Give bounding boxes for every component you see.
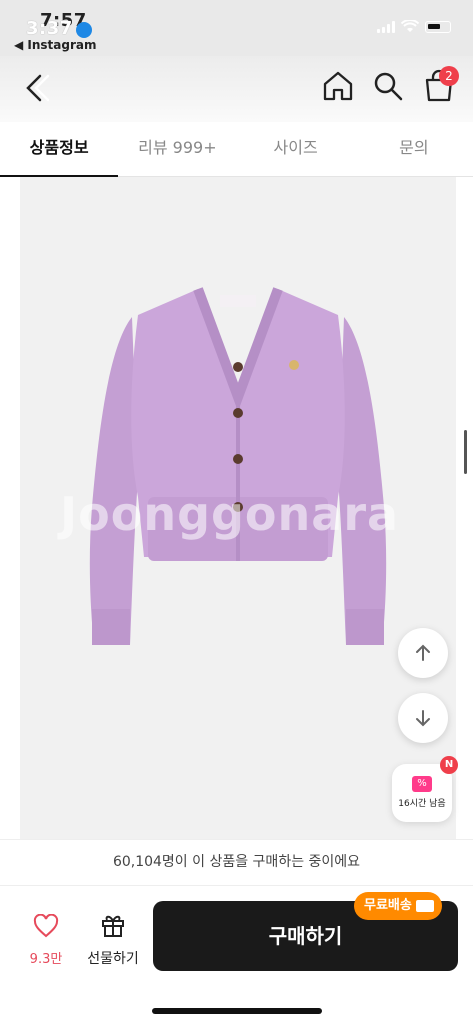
free-shipping-badge: 무료배송: [354, 892, 442, 920]
back-chevron-icon[interactable]: [18, 68, 58, 108]
gift-icon: [102, 915, 124, 937]
cart-count-badge: 2: [439, 66, 459, 86]
heart-icon: [33, 913, 59, 938]
tab-size[interactable]: 사이즈: [237, 122, 355, 176]
battery-icon: [425, 20, 451, 33]
scroll-down-button[interactable]: [398, 693, 448, 743]
home-indicator[interactable]: [152, 1008, 322, 1014]
coupon-ticket-icon: %: [412, 776, 432, 792]
scrollbar[interactable]: [464, 430, 467, 474]
status-indicators: [377, 20, 451, 33]
status-time: 3:37: [26, 18, 73, 39]
buyers-count-text: 60,104명이 이 상품을 구매하는 중이에요: [0, 839, 473, 885]
watermark-text: Joonggonara: [60, 487, 400, 541]
cellular-signal-icon: [377, 20, 395, 33]
search-icon[interactable]: [370, 68, 406, 104]
wifi-icon: [401, 20, 419, 32]
tab-reviews[interactable]: 리뷰 999+: [118, 122, 236, 176]
scroll-up-button[interactable]: [398, 628, 448, 678]
arrow-down-icon: [416, 710, 430, 727]
tab-product-info[interactable]: 상품정보: [0, 122, 119, 177]
bottom-action-bar: 9.3만 선물하기 구매하기 무료배송: [0, 885, 473, 1024]
tab-inquiry[interactable]: 문의: [355, 122, 473, 176]
truck-icon: [415, 900, 434, 912]
new-badge: N: [440, 756, 458, 774]
free-shipping-label: 무료배송: [364, 898, 412, 913]
product-image: Joonggonara: [20, 177, 456, 839]
product-page: 7:57 3:37 ◀ Instagram 2 상품정보 리뷰 999+ 사이즈…: [0, 0, 473, 1024]
coupon-widget[interactable]: N % 16시간 남음: [392, 756, 458, 822]
app-header: 2: [0, 56, 473, 122]
coupon-time-left: 16시간 남음: [398, 799, 446, 809]
back-to-instagram-link[interactable]: ◀ Instagram: [14, 38, 97, 52]
product-tabs: 상품정보 리뷰 999+ 사이즈 문의: [0, 122, 473, 177]
arrow-up-icon: [416, 644, 430, 661]
gift-label: 선물하기: [87, 951, 139, 967]
like-count: 9.3만: [29, 952, 63, 967]
home-icon[interactable]: [320, 68, 356, 104]
product-detail-area: Joonggonara N % 16시간 남음: [0, 177, 473, 839]
status-bar: 7:57 3:37 ◀ Instagram: [0, 0, 473, 56]
gift-button[interactable]: 선물하기: [80, 912, 146, 974]
like-button[interactable]: 9.3만: [18, 913, 74, 974]
location-arrow-icon: [76, 22, 92, 38]
